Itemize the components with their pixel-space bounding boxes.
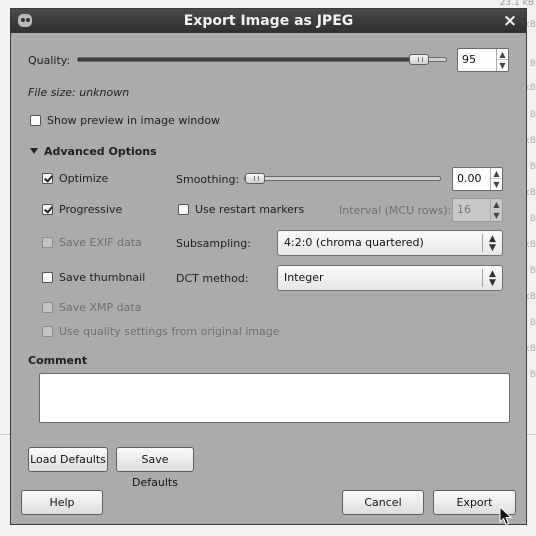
progressive-checkbox[interactable]	[42, 204, 53, 215]
quality-slider[interactable]	[77, 54, 447, 65]
load-defaults-button[interactable]: Load Defaults	[28, 447, 108, 472]
save-thumbnail-label[interactable]: Save thumbnail	[59, 271, 145, 284]
smoothing-slider-handle[interactable]	[245, 173, 265, 184]
progressive-label[interactable]: Progressive	[59, 203, 122, 216]
file-size-label: File size: unknown	[28, 86, 130, 99]
spin-down-icon[interactable]: ▼	[497, 60, 508, 71]
quality-spinbox[interactable]: 95 ▲ ▼	[457, 48, 509, 72]
chevron-up-down-icon: ▲ ▼	[482, 269, 502, 288]
interval-value: 16	[457, 203, 471, 216]
subsampling-dropdown[interactable]: 4:2:0 (chroma quartered) ▲ ▼	[277, 230, 503, 256]
advanced-options-header[interactable]: Advanced Options	[44, 145, 157, 158]
comment-label: Comment	[28, 354, 88, 367]
subsampling-value: 4:2:0 (chroma quartered)	[284, 236, 424, 249]
optimize-checkbox[interactable]	[42, 173, 53, 184]
show-preview-label[interactable]: Show preview in image window	[47, 114, 220, 127]
spin-up-icon[interactable]: ▲	[491, 168, 502, 179]
spin-down-icon[interactable]: ▼	[491, 179, 502, 190]
help-button[interactable]: Help	[21, 490, 103, 515]
background-unit: B	[529, 59, 536, 69]
interval-label: Interval (MCU rows):	[339, 204, 452, 217]
save-exif-checkbox	[42, 237, 53, 248]
restart-markers-label[interactable]: Use restart markers	[195, 203, 304, 216]
use-quality-settings-checkbox	[42, 326, 53, 337]
background-unit: B	[529, 370, 536, 380]
dialog-titlebar[interactable]: Export Image as JPEG ×	[11, 9, 526, 33]
save-thumbnail-checkbox[interactable]	[42, 272, 53, 283]
background-size-label: 23.1 kB	[499, 0, 534, 8]
show-preview-checkbox[interactable]	[30, 115, 41, 126]
use-quality-settings-label: Use quality settings from original image	[59, 325, 280, 338]
spin-up-icon: ▲	[491, 199, 502, 210]
quality-value: 95	[462, 53, 476, 66]
mouse-pointer-icon	[499, 506, 512, 526]
save-xmp-checkbox	[42, 302, 53, 313]
chevron-up-down-icon: ▲ ▼	[482, 234, 502, 253]
background-unit: B	[529, 162, 536, 172]
subsampling-label: Subsampling:	[176, 237, 251, 250]
dct-method-value: Integer	[284, 271, 324, 284]
optimize-label[interactable]: Optimize	[59, 172, 108, 185]
restart-markers-checkbox[interactable]	[178, 204, 189, 215]
smoothing-label: Smoothing:	[176, 173, 240, 186]
export-jpeg-dialog: Export Image as JPEG × Quality: 95 ▲ ▼ F…	[10, 8, 527, 525]
background-unit: B	[529, 318, 536, 328]
spin-up-icon[interactable]: ▲	[497, 49, 508, 60]
spin-down-icon: ▼	[493, 211, 500, 220]
comment-textarea[interactable]	[39, 373, 510, 423]
quality-slider-handle[interactable]	[409, 54, 429, 65]
save-exif-label: Save EXIF data	[59, 236, 142, 249]
background-unit: B	[529, 110, 536, 120]
quality-slider-fill	[78, 58, 419, 61]
smoothing-spinbox[interactable]: 0.00 ▲ ▼	[452, 167, 503, 191]
dct-method-label: DCT method:	[176, 272, 249, 285]
comment-text	[40, 374, 509, 380]
background-unit: B	[529, 266, 536, 276]
close-icon[interactable]: ×	[502, 11, 518, 31]
quality-label: Quality:	[28, 54, 71, 67]
save-xmp-label: Save XMP data	[59, 301, 142, 314]
dct-method-dropdown[interactable]: Integer ▲ ▼	[277, 265, 503, 291]
smoothing-value: 0.00	[457, 172, 482, 185]
smoothing-slider[interactable]	[244, 173, 441, 184]
cancel-button[interactable]: Cancel	[342, 490, 424, 515]
expander-arrow-icon[interactable]	[30, 148, 38, 154]
background-unit: B	[529, 214, 536, 224]
interval-spinbox: 16 ▲ ▼	[452, 198, 503, 222]
save-defaults-button[interactable]: Save Defaults	[116, 447, 194, 489]
dialog-title: Export Image as JPEG	[183, 13, 354, 29]
